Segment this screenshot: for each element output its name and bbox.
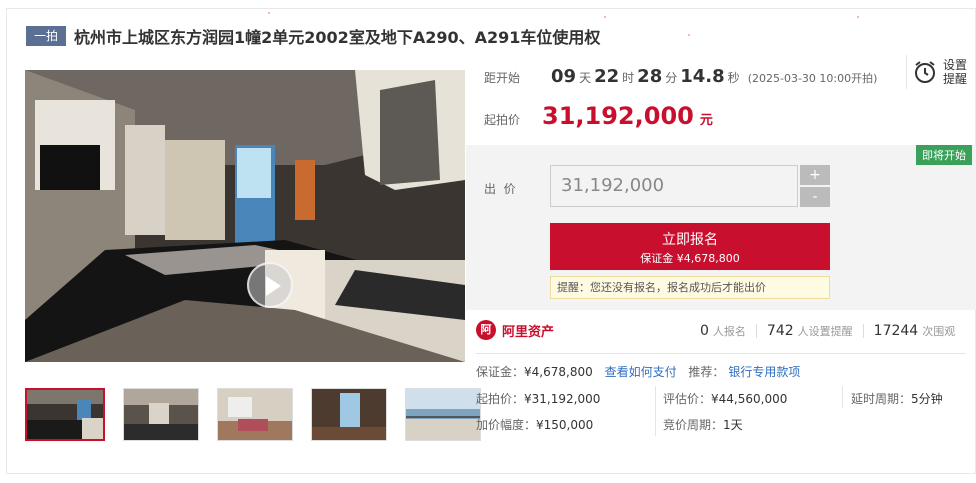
deposit-row: 保证金：¥4,678,800 查看如何支付 推荐： 银行专用款项 xyxy=(476,363,800,380)
delay-row: 延时周期：5分钟 xyxy=(851,390,943,407)
kitchen-photo xyxy=(25,70,465,362)
delay-value: 5分钟 xyxy=(911,392,943,406)
starting-price-value: 31,192,000 xyxy=(542,102,694,130)
decor-dot xyxy=(604,16,606,18)
bid-label: 出 价 xyxy=(484,182,516,196)
page-title: 杭州市上城区东方润园1幢2单元2002室及地下A290、A291车位使用权 xyxy=(74,28,601,47)
play-video-button[interactable] xyxy=(247,262,293,308)
alarm-clock-icon xyxy=(915,61,935,83)
bid-panel: 即将开始 出 价 31,192,000 + - 立即报名 保证金 ¥4,678,… xyxy=(466,145,976,310)
decrease-bid-button[interactable]: - xyxy=(800,187,830,207)
photo-thumbnails xyxy=(25,388,481,441)
reminder-count: 742 xyxy=(766,323,794,339)
status-badge: 即将开始 xyxy=(916,145,972,165)
starting-price-row: 起拍价 31,192,000 元 xyxy=(484,102,713,130)
decor-dot xyxy=(857,16,859,18)
appraisal-value: ¥44,560,000 xyxy=(711,392,788,406)
countdown-days: 09 xyxy=(551,66,577,87)
thumbnail[interactable] xyxy=(217,388,293,441)
increment-row: 加价幅度：¥150,000 xyxy=(476,416,593,433)
view-count-label: 次围观 xyxy=(922,325,956,338)
appraisal-label: 评估价： xyxy=(663,392,712,406)
countdown-days-unit: 天 xyxy=(579,71,592,85)
signup-count: 0 xyxy=(700,323,709,339)
decor-dot xyxy=(688,34,690,36)
cycle-label: 竞价周期： xyxy=(663,418,724,432)
signup-button[interactable]: 立即报名 保证金 ¥4,678,800 xyxy=(550,223,830,270)
view-count: 17244 xyxy=(873,323,919,339)
main-photo[interactable] xyxy=(25,70,465,362)
auction-stats: 0 人报名 742 人设置提醒 17244 次围观 xyxy=(700,323,955,339)
countdown-seconds-unit: 秒 xyxy=(727,71,740,85)
start-price-label: 起拍价： xyxy=(476,392,525,406)
signup-deposit: 保证金 ¥4,678,800 xyxy=(640,252,740,265)
auction-round-badge: 一拍 xyxy=(26,26,67,46)
appraisal-row: 评估价：¥44,560,000 xyxy=(663,390,787,407)
brand[interactable]: 阿 阿里资产 xyxy=(476,320,554,340)
reminder-line1: 设置 xyxy=(943,58,968,72)
countdown-minutes-unit: 分 xyxy=(665,71,678,85)
reminder-line2: 提醒 xyxy=(943,72,968,86)
set-reminder-button[interactable]: 设置 提醒 xyxy=(906,55,976,89)
auction-start-time: (2025-03-30 10:00开拍) xyxy=(747,72,878,85)
countdown: 距开始 09 天 22 时 28 分 14.8 秒 (2025-03-30 10… xyxy=(484,66,877,87)
recommend-label: 推荐： xyxy=(688,365,725,379)
bid-amount-input[interactable]: 31,192,000 xyxy=(550,165,798,207)
countdown-seconds: 14.8 xyxy=(680,66,725,87)
increase-bid-button[interactable]: + xyxy=(800,165,830,185)
deposit-value: ¥4,678,800 xyxy=(524,365,593,379)
signup-count-label: 人报名 xyxy=(712,325,746,338)
cycle-value: 1天 xyxy=(723,418,743,432)
start-price-row: 起拍价：¥31,192,000 xyxy=(476,390,600,407)
title-row: 一拍 杭州市上城区东方润园1幢2单元2002室及地下A290、A291车位使用权 xyxy=(26,25,600,47)
thumbnail[interactable] xyxy=(123,388,199,441)
auction-page: 一拍 杭州市上城区东方润园1幢2单元2002室及地下A290、A291车位使用权 xyxy=(0,0,976,483)
starting-price-label: 起拍价 xyxy=(484,113,521,127)
countdown-minutes: 28 xyxy=(637,66,663,87)
countdown-hours: 22 xyxy=(594,66,620,87)
thumbnail[interactable] xyxy=(311,388,387,441)
countdown-label: 距开始 xyxy=(484,71,521,85)
delay-label: 延时周期： xyxy=(851,392,912,406)
reminder-count-label: 人设置提醒 xyxy=(797,325,853,338)
decor-dot xyxy=(268,12,270,14)
bank-funds-link[interactable]: 银行专用款项 xyxy=(728,365,800,379)
start-price-value: ¥31,192,000 xyxy=(524,392,601,406)
signup-tip: 提醒：您还没有报名，报名成功后才能出价 xyxy=(550,276,830,299)
how-to-pay-link[interactable]: 查看如何支付 xyxy=(605,365,677,379)
ali-assets-logo-icon: 阿 xyxy=(476,320,496,340)
countdown-hours-unit: 时 xyxy=(622,71,635,85)
deposit-label: 保证金： xyxy=(476,365,525,379)
thumbnail[interactable] xyxy=(25,388,105,441)
thumbnail[interactable] xyxy=(405,388,481,441)
cycle-row: 竞价周期：1天 xyxy=(663,416,743,433)
increment-label: 加价幅度： xyxy=(476,418,537,432)
starting-price-unit: 元 xyxy=(699,113,713,128)
increment-value: ¥150,000 xyxy=(536,418,594,432)
brand-name: 阿里资产 xyxy=(502,324,555,340)
signup-label: 立即报名 xyxy=(662,232,718,248)
divider xyxy=(476,353,966,354)
